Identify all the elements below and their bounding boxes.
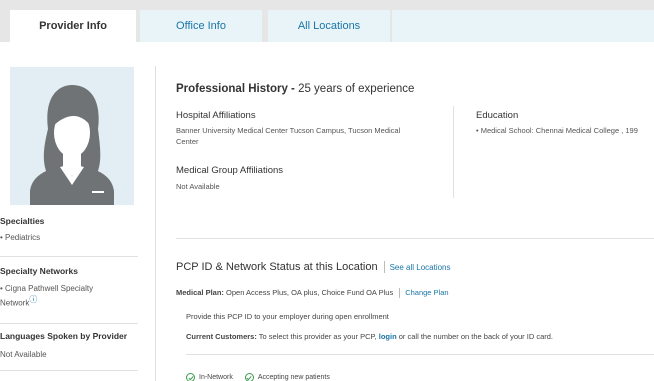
specialty-networks-section: Specialty Networks • Cigna Pathwell Spec… <box>0 266 138 309</box>
education-heading: Education <box>476 110 519 121</box>
avatar <box>10 67 134 205</box>
accepting-patients-status: Accepting new patients <box>257 374 330 381</box>
section-title: Professional History - <box>176 83 299 95</box>
provider-avatar-icon <box>30 85 114 205</box>
tab-office-info[interactable]: Office Info <box>140 10 262 42</box>
provide-id-text: Provide this PCP ID to your employer dur… <box>186 312 389 321</box>
languages-value: Not Available <box>0 350 47 359</box>
in-network-status: In-Network <box>199 374 233 381</box>
hospital-line-2: Center <box>176 137 199 146</box>
languages-heading: Languages Spoken by Provider <box>0 331 128 341</box>
tab-bar: Provider Info Office Info All Locations <box>0 0 654 42</box>
separator <box>383 261 385 274</box>
medical-plan-line: Medical Plan: Open Access Plus, OA plus,… <box>176 288 449 299</box>
see-all-locations-link[interactable]: See all Locations <box>390 263 451 272</box>
tab-label: All Locations <box>297 20 361 32</box>
customers-text-a: To select this provider as your PCP, <box>258 332 377 341</box>
tab-strip-fill <box>392 10 654 42</box>
network-status-row: In-Network Accepting new patients <box>186 373 330 381</box>
check-circle-icon <box>244 373 254 381</box>
tab-label: Office Info <box>176 20 226 32</box>
divider <box>186 354 654 355</box>
divider <box>0 256 138 257</box>
divider <box>0 370 138 371</box>
networks-text: • Cigna Pathwell Specialty Network <box>0 284 94 308</box>
professional-history-title: Professional History - 25 years of exper… <box>176 83 414 95</box>
login-link[interactable]: login <box>379 332 397 341</box>
group-heading: Medical Group Affiliations <box>176 165 284 176</box>
networks-value: • Cigna Pathwell Specialty Networkⓘ <box>0 283 120 309</box>
customers-text-b: or call the number on the back of your I… <box>398 332 553 341</box>
tab-label: Provider Info <box>39 20 107 32</box>
current-customers-line: Current Customers: To select this provid… <box>186 332 553 341</box>
networks-heading: Specialty Networks <box>0 266 78 276</box>
experience-text: 25 years of experience <box>298 83 415 95</box>
column-divider <box>155 66 156 381</box>
hospital-line-1: Banner University Medical Center Tucson … <box>176 126 401 135</box>
specialties-section: Specialties • Pediatrics <box>0 216 138 243</box>
provider-sidebar: Specialties • Pediatrics Specialty Netwo… <box>0 42 150 381</box>
plan-label: Medical Plan: <box>176 288 224 297</box>
plan-value: Open Access Plus, OA plus, Choice Fund O… <box>226 288 394 297</box>
specialties-value: • Pediatrics <box>0 233 41 242</box>
customers-label: Current Customers: <box>186 332 257 341</box>
tab-all-locations[interactable]: All Locations <box>268 10 390 42</box>
medical-group-affiliations: Medical Group Affiliations Not Available <box>176 165 283 192</box>
specialties-heading: Specialties <box>0 216 45 226</box>
pcp-title: PCP ID & Network Status at this Location… <box>176 261 451 274</box>
change-plan-link[interactable]: Change Plan <box>405 288 448 297</box>
hospital-heading: Hospital Affiliations <box>176 110 256 121</box>
group-value: Not Available <box>176 182 220 191</box>
divider <box>176 238 654 239</box>
tab-provider-info[interactable]: Provider Info <box>10 10 136 42</box>
divider <box>0 323 138 324</box>
education: Education • Medical School: Chennai Medi… <box>476 110 654 136</box>
hospital-affiliations: Hospital Affiliations Banner University … <box>176 110 446 147</box>
check-circle-icon <box>186 373 195 381</box>
separator <box>399 288 401 299</box>
divider <box>453 106 454 198</box>
pcp-heading: PCP ID & Network Status at this Location <box>176 261 378 273</box>
info-icon[interactable]: ⓘ <box>29 295 37 304</box>
languages-section: Languages Spoken by Provider Not Availab… <box>0 331 138 360</box>
education-value: • Medical School: Chennai Medical Colleg… <box>476 126 638 135</box>
